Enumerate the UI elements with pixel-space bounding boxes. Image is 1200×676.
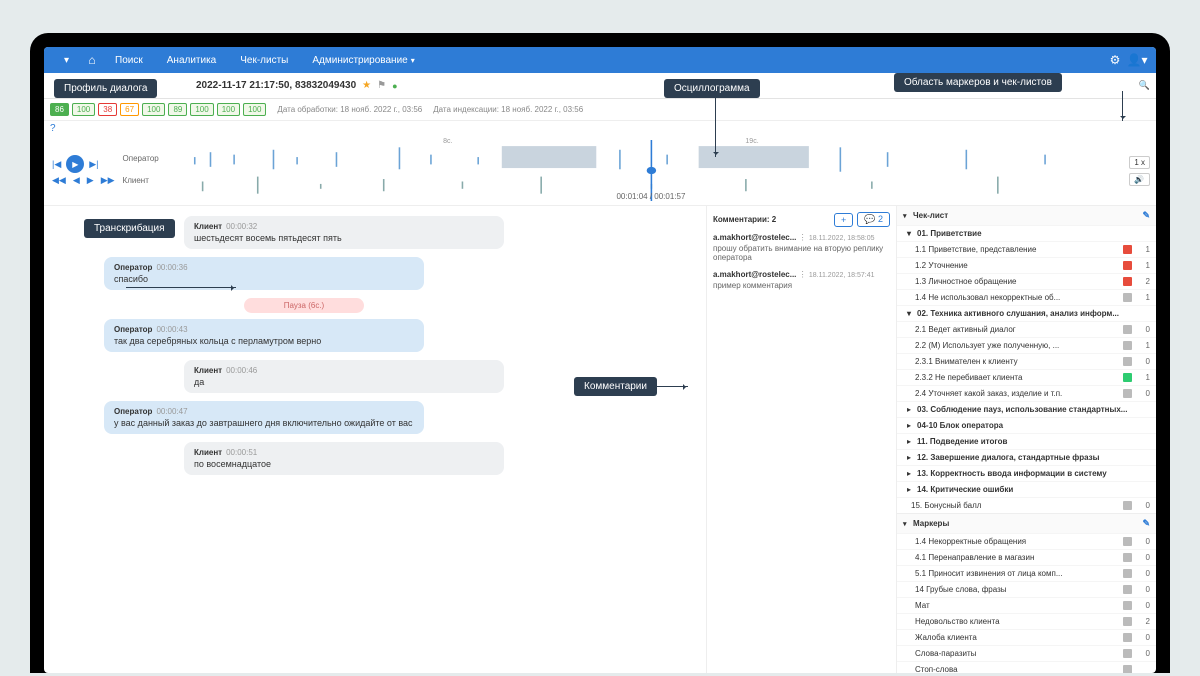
message-op[interactable]: Оператор00:00:43так два серебряных кольц… (104, 319, 424, 352)
search-icon[interactable]: 🔍 (1139, 80, 1150, 91)
checklist-item[interactable]: 1.2 Уточнение1 (897, 257, 1156, 273)
nav-search[interactable]: Поиск (103, 55, 155, 66)
next-icon[interactable]: ▶ (85, 175, 96, 186)
nav-admin[interactable]: Администрирование▾ (300, 55, 426, 66)
star-icon[interactable]: ★ (362, 80, 371, 91)
checklist-item[interactable]: 2.2 (М) Использует уже полученную, ...1 (897, 337, 1156, 353)
section-header[interactable]: ▾Маркеры✎ (897, 514, 1156, 533)
badge[interactable]: 100 (217, 103, 240, 116)
message-op[interactable]: Оператор00:00:36спасибо (104, 257, 424, 290)
marker-item[interactable]: Стоп-слова (897, 661, 1156, 673)
waveform-area: |◀ ▶ ▶| ◀◀ ◀ ▶ ▶▶ Оператор Клиент 8с. 19… (44, 136, 1156, 206)
label-markers: Область маркеров и чек-листов (894, 73, 1062, 92)
label-transcript: Транскрибация (84, 219, 175, 238)
marker-item[interactable]: 14 Грубые слова, фразы0 (897, 581, 1156, 597)
label-comments: Комментарии (574, 377, 657, 396)
dialog-title: 2022-11-17 21:17:50, 83832049430 (196, 80, 356, 91)
nav-analytics[interactable]: Аналитика (155, 55, 229, 66)
marker-item[interactable]: 5.1 Приносит извинения от лица комп...0 (897, 565, 1156, 581)
dot-icon: ● (392, 81, 397, 91)
badge[interactable]: 67 (120, 103, 139, 116)
volume-button[interactable]: 🔊 (1129, 173, 1150, 186)
edit-icon[interactable]: ✎ (1142, 518, 1150, 529)
marker-item[interactable]: 1.4 Некорректные обращения0 (897, 533, 1156, 549)
marker-item[interactable]: Недовольство клиента2 (897, 613, 1156, 629)
group-header[interactable]: ▸12. Завершение диалога, стандартные фра… (897, 449, 1156, 465)
message-client[interactable]: Клиент00:00:32шестьдесят восемь пятьдеся… (184, 216, 504, 249)
badge[interactable]: 100 (190, 103, 213, 116)
message-op[interactable]: Оператор00:00:47у вас данный заказ до за… (104, 401, 424, 434)
home-icon[interactable]: ⌂ (81, 53, 103, 67)
speed-button[interactable]: 1 x (1129, 156, 1150, 169)
meta-processed: Дата обработки: 18 нояб. 2022 г., 03:56 (277, 105, 422, 114)
add-comment-button[interactable]: + (834, 213, 853, 227)
comments-panel: Комментарии: 2 + 💬 2 a.makhort@rostelec.… (706, 206, 896, 673)
message-client[interactable]: Клиент00:00:51по восемнадцатое (184, 442, 504, 475)
help-icon[interactable]: ? (44, 121, 1156, 136)
track-client-label: Клиент (123, 176, 149, 185)
markers-panel: ▾Чек-лист✎▾01. Приветствие1.1 Приветстви… (896, 206, 1156, 673)
checklist-item[interactable]: 2.4 Уточняет какой заказ, изделие и т.п.… (897, 385, 1156, 401)
checklist-item[interactable]: 15. Бонусный балл0 (897, 497, 1156, 513)
checklist-item[interactable]: 1.1 Приветствие, представление1 (897, 241, 1156, 257)
comments-title: Комментарии: 2 (713, 215, 830, 224)
group-header[interactable]: ▸11. Подведение итогов (897, 433, 1156, 449)
marker-item[interactable]: Слова-паразиты0 (897, 645, 1156, 661)
rewind-icon[interactable]: ◀◀ (50, 175, 68, 186)
group-header[interactable]: ▾02. Техника активного слушания, анализ … (897, 305, 1156, 321)
marker-item[interactable]: 4.1 Перенаправление в магазин0 (897, 549, 1156, 565)
waveform[interactable]: 8с. 19с. 00:01:04 / 00:01:57 (179, 140, 1124, 201)
group-header[interactable]: ▸04-10 Блок оператора (897, 417, 1156, 433)
gear-icon[interactable]: ⚙ (1104, 53, 1126, 67)
skip-start-icon[interactable]: |◀ (50, 159, 63, 170)
checklist-item[interactable]: 2.3.1 Внимателен к клиенту0 (897, 353, 1156, 369)
message-client[interactable]: Клиент00:00:46да (184, 360, 504, 393)
section-header[interactable]: ▾Чек-лист✎ (897, 206, 1156, 225)
transcript-panel: Клиент00:00:32шестьдесят восемь пятьдеся… (44, 206, 706, 673)
user-icon[interactable]: 👤▾ (1126, 53, 1148, 67)
checklist-item[interactable]: 1.3 Личностное обращение2 (897, 273, 1156, 289)
badge[interactable]: 100 (243, 103, 266, 116)
label-profile: Профиль диалога (54, 79, 157, 98)
forward-icon[interactable]: ▶▶ (99, 175, 117, 186)
comment-item[interactable]: a.makhort@rostelec... ⋮ 18.11.2022, 18:5… (713, 270, 890, 290)
badges-row: 86 100 38 67 100 89 100 100 100 Дата обр… (44, 99, 1156, 121)
checklist-item[interactable]: 2.3.2 Не перебивает клиента1 (897, 369, 1156, 385)
skip-end-icon[interactable]: ▶| (87, 159, 100, 170)
badge[interactable]: 100 (72, 103, 95, 116)
group-header[interactable]: ▸14. Критические ошибки (897, 481, 1156, 497)
play-button[interactable]: ▶ (66, 155, 84, 173)
badge[interactable]: 86 (50, 103, 69, 116)
badge[interactable]: 89 (168, 103, 187, 116)
time-display: 00:01:04 / 00:01:57 (616, 192, 685, 201)
marker-item[interactable]: Жалоба клиента0 (897, 629, 1156, 645)
top-nav: ▾ ⌂ Поиск Аналитика Чек-листы Администри… (44, 47, 1156, 73)
group-header[interactable]: ▸13. Корректность ввода информации в сис… (897, 465, 1156, 481)
comment-item[interactable]: a.makhort@rostelec... ⋮ 18.11.2022, 18:5… (713, 233, 890, 262)
checklist-item[interactable]: 2.1 Ведет активный диалог0 (897, 321, 1156, 337)
nav-dropdown[interactable]: ▾ (52, 55, 81, 66)
nav-checklists[interactable]: Чек-листы (228, 55, 300, 66)
marker-item[interactable]: Мат0 (897, 597, 1156, 613)
badge[interactable]: 38 (98, 103, 117, 116)
label-oscillo: Осциллограмма (664, 79, 760, 98)
flag-icon[interactable]: ⚑ (377, 80, 386, 91)
comment-count-button[interactable]: 💬 2 (857, 212, 890, 227)
edit-icon[interactable]: ✎ (1142, 210, 1150, 221)
pause-indicator: Пауза (6с.) (244, 298, 364, 313)
checklist-item[interactable]: 1.4 Не использовал некорректные об...1 (897, 289, 1156, 305)
meta-indexed: Дата индексации: 18 нояб. 2022 г., 03:56 (433, 105, 583, 114)
group-header[interactable]: ▾01. Приветствие (897, 225, 1156, 241)
track-operator-label: Оператор (123, 154, 159, 163)
badge[interactable]: 100 (142, 103, 165, 116)
prev-icon[interactable]: ◀ (71, 175, 82, 186)
group-header[interactable]: ▸03. Соблюдение пауз, использование стан… (897, 401, 1156, 417)
